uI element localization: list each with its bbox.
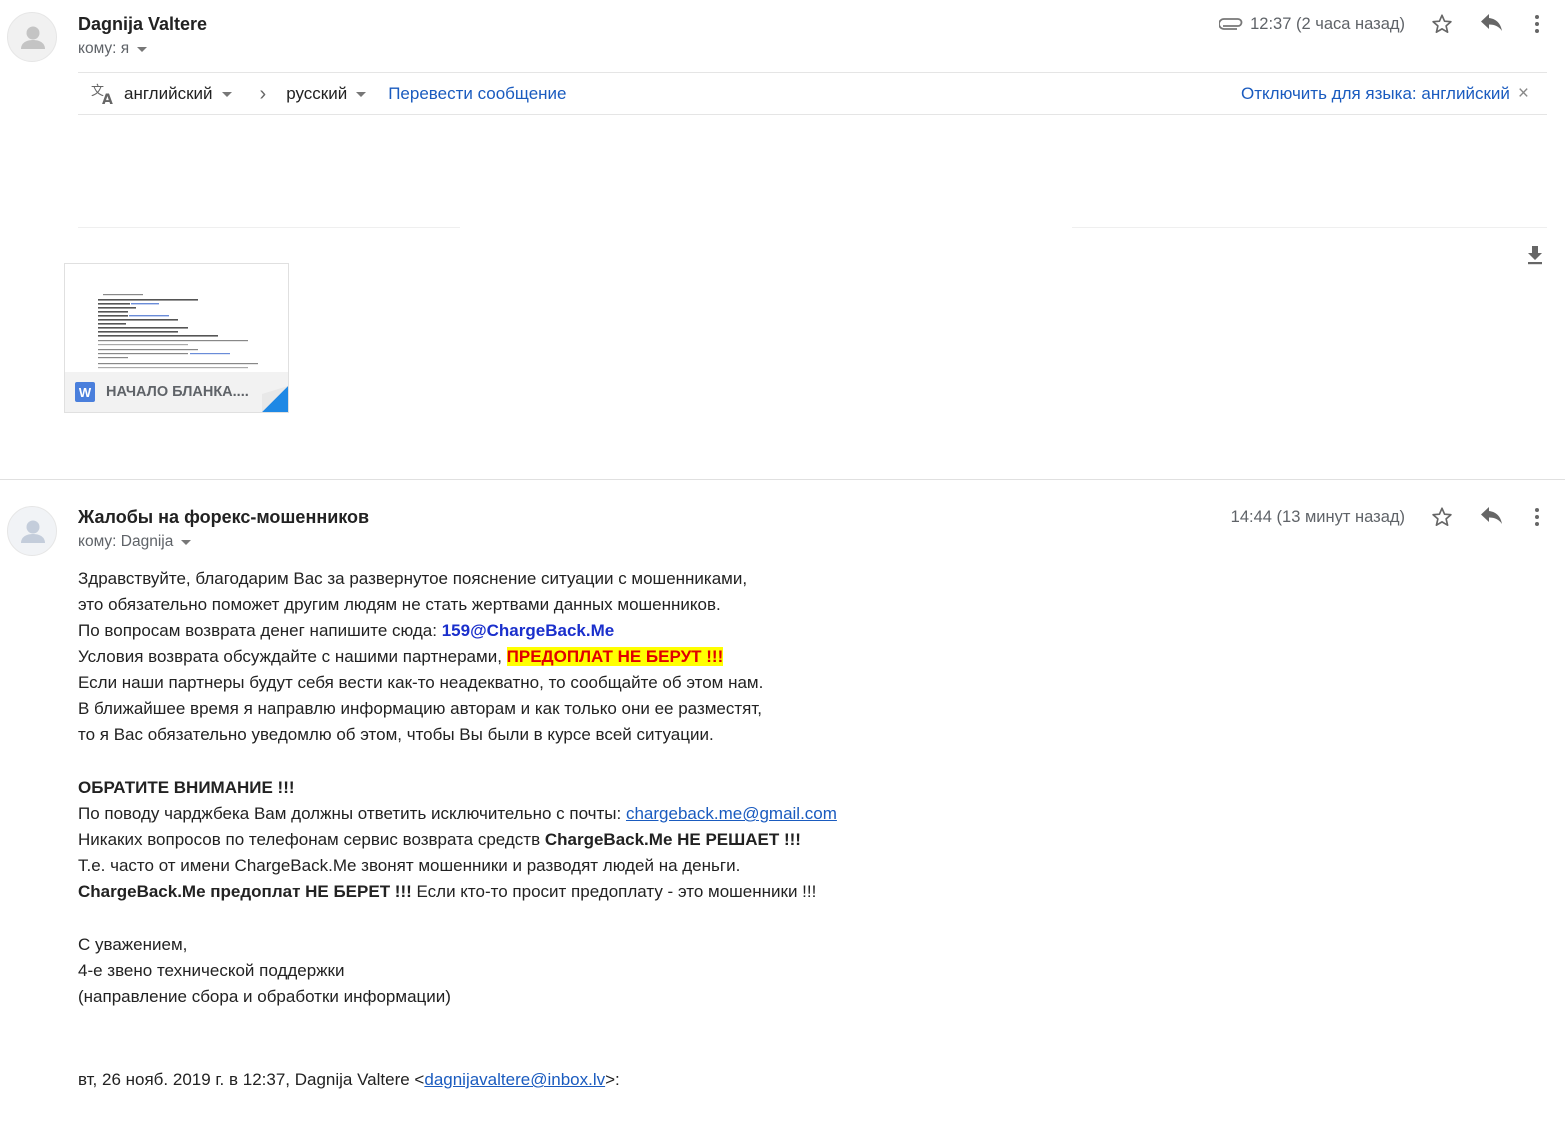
bold-fragment: ChargeBack.Me НЕ РЕШАЕТ !!! (544, 830, 801, 849)
translate-divider (78, 114, 1547, 115)
body-line: это обязательно поможет другим людям не … (78, 595, 721, 614)
body-line: то я Вас обязательно уведомлю об этом, ч… (78, 725, 714, 744)
attachment-card[interactable]: W НАЧАЛО БЛАНКА.... (64, 263, 289, 413)
gmail-email-link[interactable]: chargeback.me@gmail.com (626, 804, 837, 823)
recipient-label: кому: я (78, 40, 130, 57)
paperclip-icon (1218, 9, 1244, 39)
download-icon[interactable] (1520, 240, 1550, 270)
person-icon (21, 26, 45, 49)
disable-translation-link[interactable]: Отключить для языка: английский (1241, 84, 1510, 104)
svg-text:A: A (102, 92, 113, 105)
message-divider (0, 479, 1565, 480)
body-text-fragment: вт, 26 нояб. 2019 г. в 12:37, Dagnija Va… (78, 1070, 425, 1089)
body-line: По поводу чарджбека Вам должны ответить … (78, 801, 1178, 827)
recipient-details-toggle[interactable]: кому: Dagnija (78, 533, 192, 551)
highlighted-warning: ПРЕДОПЛАТ НЕ БЕРУТ !!! (506, 647, 724, 666)
body-line: По вопросам возврата денег напишите сюда… (78, 618, 1178, 644)
body-line: Т.е. часто от имени ChargeBack.Me звонят… (78, 856, 741, 875)
message-subject[interactable]: Жалобы на форекс-мошенников (78, 507, 369, 528)
target-language-select[interactable]: русский (286, 84, 367, 104)
header-divider (78, 72, 1547, 73)
chevron-down-icon (356, 91, 367, 97)
content-separator-left (78, 227, 460, 228)
body-text-fragment: По поводу чарджбека Вам должны ответить … (78, 804, 626, 823)
star-icon[interactable] (1427, 9, 1457, 39)
chevron-down-icon (137, 46, 148, 52)
translate-bar: 文 A английский › русский Перевести сообщ… (78, 74, 1547, 114)
content-separator-right (1072, 227, 1547, 228)
message-time: 12:37 (2 часа назад) (1250, 14, 1405, 33)
body-line: Здравствуйте, благодарим Вас за разверну… (78, 569, 748, 588)
body-line: В ближайшее время я направлю информацию … (78, 699, 763, 718)
person-icon (21, 520, 45, 543)
language-arrow: › (259, 82, 267, 105)
signature-line: 4-е звено технической поддержки (78, 961, 345, 980)
recipient-label: кому: Dagnija (78, 533, 174, 550)
quote-header: вт, 26 нояб. 2019 г. в 12:37, Dagnija Va… (78, 1067, 1178, 1093)
reply-icon[interactable] (1477, 502, 1507, 532)
close-icon[interactable]: × (1518, 83, 1529, 105)
chevron-down-icon (181, 539, 192, 545)
sender-name[interactable]: Dagnija Valtere (78, 14, 207, 35)
star-icon[interactable] (1427, 502, 1457, 532)
sender-avatar[interactable] (7, 506, 57, 556)
source-language-select[interactable]: английский (124, 84, 232, 104)
word-document-icon: W (75, 382, 95, 402)
reply-icon[interactable] (1477, 9, 1507, 39)
body-text-fragment: По вопросам возврата денег напишите сюда… (78, 621, 442, 640)
bold-fragment: ChargeBack.Me предоплат НЕ БЕРЕТ !!! (78, 882, 412, 901)
body-line: Если наши партнеры будут себя вести как-… (78, 673, 764, 692)
quoted-sender-email-link[interactable]: dagnijavaltere@inbox.lv (424, 1070, 605, 1089)
message-time: 14:44 (13 минут назад) (1230, 507, 1405, 526)
signature-line: С уважением, (78, 935, 188, 954)
attention-heading: ОБРАТИТЕ ВНИМАНИЕ !!! (78, 778, 295, 797)
corner-fold-icon (262, 386, 288, 412)
body-line: ChargeBack.Me предоплат НЕ БЕРЕТ !!! Есл… (78, 879, 1178, 905)
more-vert-icon[interactable] (1527, 9, 1547, 39)
message-meta: 14:44 (13 минут назад) (1231, 502, 1547, 532)
signature-line: (направление сбора и обработки информаци… (78, 987, 451, 1006)
body-line: Никаких вопросов по телефонам сервис воз… (78, 827, 1178, 853)
support-email-link[interactable]: 159@ChargeBack.Me (442, 621, 615, 640)
attachment-name: НАЧАЛО БЛАНКА.... (106, 384, 249, 400)
target-language-label: русский (286, 84, 348, 103)
body-text-fragment: Если кто-то просит предоплату - это моше… (411, 882, 817, 901)
body-text-fragment: >: (605, 1070, 620, 1089)
sender-avatar[interactable] (7, 12, 57, 62)
translate-message-link[interactable]: Перевести сообщение (388, 84, 566, 104)
chevron-down-icon (221, 91, 232, 97)
body-text-fragment: Никаких вопросов по телефонам сервис воз… (78, 830, 545, 849)
body-text-fragment: Условия возврата обсуждайте с нашими пар… (78, 647, 507, 666)
source-language-label: английский (124, 84, 213, 103)
more-vert-icon[interactable] (1527, 502, 1547, 532)
message-body: Здравствуйте, благодарим Вас за разверну… (78, 566, 1178, 1093)
body-line: Условия возврата обсуждайте с нашими пар… (78, 644, 1178, 670)
recipient-details-toggle[interactable]: кому: я (78, 40, 148, 58)
translate-icon: 文 A (90, 79, 116, 109)
message-meta: 12:37 (2 часа назад) (1218, 9, 1547, 39)
